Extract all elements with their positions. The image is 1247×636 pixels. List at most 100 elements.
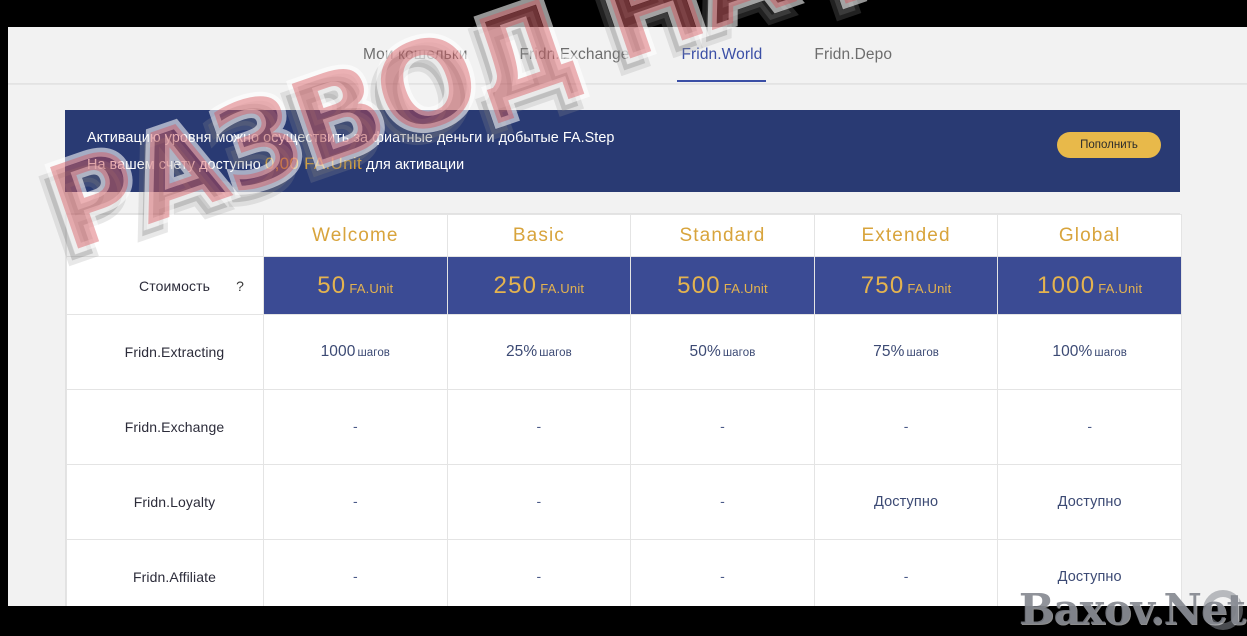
cost-unit: FA.Unit (723, 280, 768, 296)
tier-header-global: Global (997, 214, 1182, 257)
feature-value: - (352, 568, 358, 584)
tier-header-welcome: Welcome (263, 214, 448, 257)
tier-name-label: Global (1058, 224, 1121, 246)
feature-unit: шагов (906, 347, 940, 359)
feature-cell: 25% шагов (446, 314, 632, 390)
row-label-fridn-exchange: Fridn.Exchange (66, 389, 264, 465)
cost-unit: FA.Unit (540, 280, 585, 296)
tier-header-basic: Basic (446, 214, 632, 257)
cost-cell-global: 1000 FA.Unit (997, 256, 1182, 315)
feature-cell: - (630, 464, 815, 540)
feature-cell: - (630, 389, 815, 465)
feature-cell: - (813, 389, 999, 465)
tier-comparison-table: Welcome Basic Standard Extended Global С… (66, 214, 1182, 606)
feature-cell: - (446, 464, 632, 540)
row-label-fridn-extracting: Fridn.Extracting (66, 314, 264, 390)
banner-balance-suffix: для активации (366, 157, 465, 173)
feature-value: Доступно (874, 494, 939, 510)
feature-value: 25% (505, 343, 538, 360)
feature-cell: Доступно (997, 464, 1182, 540)
tab-my-wallets[interactable]: Мои кошельки (361, 29, 470, 82)
feature-value: - (720, 493, 725, 509)
banner-line-balance: На вашем счету доступно 0,00 FA.Unit для… (87, 151, 1160, 178)
feature-value: 75% (873, 343, 905, 360)
banner-line-primary: Активацию уровня можно осуществить за фи… (87, 130, 615, 146)
tab-fridn-exchange[interactable]: Fridn.Exchange (517, 29, 631, 82)
feature-value: - (536, 418, 542, 434)
feature-value: - (720, 418, 725, 434)
cost-unit: FA.Unit (1098, 280, 1143, 296)
cost-unit: FA.Unit (349, 280, 394, 296)
cost-cell-welcome: 50 FA.Unit (263, 256, 448, 315)
feature-cell: - (997, 389, 1182, 465)
feature-unit: шагов (357, 347, 391, 359)
feature-value: - (1087, 418, 1092, 434)
table-row: Fridn.Affiliate - - - - Доступно (66, 539, 1182, 606)
page-content: Мои кошельки Fridn.Exchange Fridn.World … (8, 27, 1247, 606)
top-navigation-bar: Мои кошельки Fridn.Exchange Fridn.World … (8, 27, 1247, 84)
screenshot-root: Мои кошельки Fridn.Exchange Fridn.World … (0, 0, 1247, 636)
table-row: Fridn.Extracting 1000 шагов 25% шагов 50% ш… (66, 314, 1182, 390)
feature-unit: шагов (1094, 347, 1127, 359)
feature-cell: - (446, 389, 632, 465)
table-corner-cell (66, 214, 264, 257)
feature-cell: - (263, 464, 448, 540)
feature-value: Доступно (1057, 494, 1122, 510)
tier-name-label: Standard (679, 224, 766, 246)
feature-value: 1000 (320, 343, 356, 360)
activation-info-banner: Активацию уровня можно осуществить за фи… (65, 110, 1180, 192)
feature-unit: шагов (539, 347, 572, 359)
cost-value: 1000 (1037, 271, 1096, 299)
nav-divider (8, 84, 1247, 85)
feature-cell: - (630, 539, 815, 606)
cost-cell-standard: 500 FA.Unit (630, 256, 815, 315)
table-header-row: Welcome Basic Standard Extended Global (66, 214, 1182, 257)
feature-cell: Доступно (813, 464, 999, 540)
feature-value: 50% (689, 343, 721, 360)
feature-value: - (903, 568, 909, 584)
tier-name-label: Extended (861, 224, 951, 246)
cost-unit: FA.Unit (907, 280, 952, 296)
feature-cell: 75% шагов (813, 314, 999, 390)
feature-cell: - (263, 389, 448, 465)
nav-tab-list: Мои кошельки Fridn.Exchange Fridn.World … (8, 27, 1247, 84)
feature-cell: 1000 шагов (263, 314, 448, 390)
tab-fridn-world[interactable]: Fridn.World (677, 29, 767, 82)
feature-unit: шагов (722, 347, 756, 359)
table-row: Fridn.Exchange - - - - - (66, 389, 1182, 465)
feature-cell: 100% шагов (997, 314, 1182, 390)
tier-header-standard: Standard (630, 214, 815, 257)
row-label-fridn-affiliate: Fridn.Affiliate (66, 539, 264, 606)
feature-cell: Доступно (997, 539, 1182, 606)
tab-fridn-depo[interactable]: Fridn.Depo (812, 29, 894, 82)
cost-cell-extended: 750 FA.Unit (813, 256, 999, 315)
feature-cell: 50% шагов (630, 314, 815, 390)
row-label-text: Стоимость (139, 277, 210, 294)
banner-balance-amount: 0,00 FA.Unit (264, 154, 362, 173)
tier-header-extended: Extended (813, 214, 999, 257)
tier-comparison-table-container: Welcome Basic Standard Extended Global С… (65, 213, 1182, 606)
feature-value: 100% (1052, 343, 1093, 360)
cost-value: 250 (493, 271, 538, 299)
feature-value: - (536, 568, 542, 584)
feature-value: - (352, 493, 358, 509)
row-label-fridn-loyalty: Fridn.Loyalty (66, 464, 264, 540)
feature-value: - (352, 418, 358, 434)
table-row-cost: Стоимость ? 50 FA.Unit 250 FA.Unit 500 FA.U… (66, 256, 1182, 315)
feature-value: Доступно (1057, 569, 1122, 585)
cost-value: 500 (677, 271, 721, 299)
help-icon[interactable]: ? (236, 278, 244, 294)
banner-balance-prefix: На вашем счету доступно (87, 157, 261, 173)
feature-cell: - (263, 539, 448, 606)
tier-name-label: Welcome (312, 224, 399, 246)
feature-value: - (903, 418, 909, 434)
row-label-cost: Стоимость ? (66, 256, 264, 315)
cost-cell-basic: 250 FA.Unit (446, 256, 632, 315)
feature-value: - (720, 568, 725, 584)
feature-cell: - (813, 539, 999, 606)
cost-value: 750 (860, 271, 905, 299)
cost-value: 50 (317, 271, 347, 299)
feature-cell: - (446, 539, 632, 606)
tier-name-label: Basic (512, 224, 565, 246)
top-up-button[interactable]: Пополнить (1057, 132, 1161, 158)
